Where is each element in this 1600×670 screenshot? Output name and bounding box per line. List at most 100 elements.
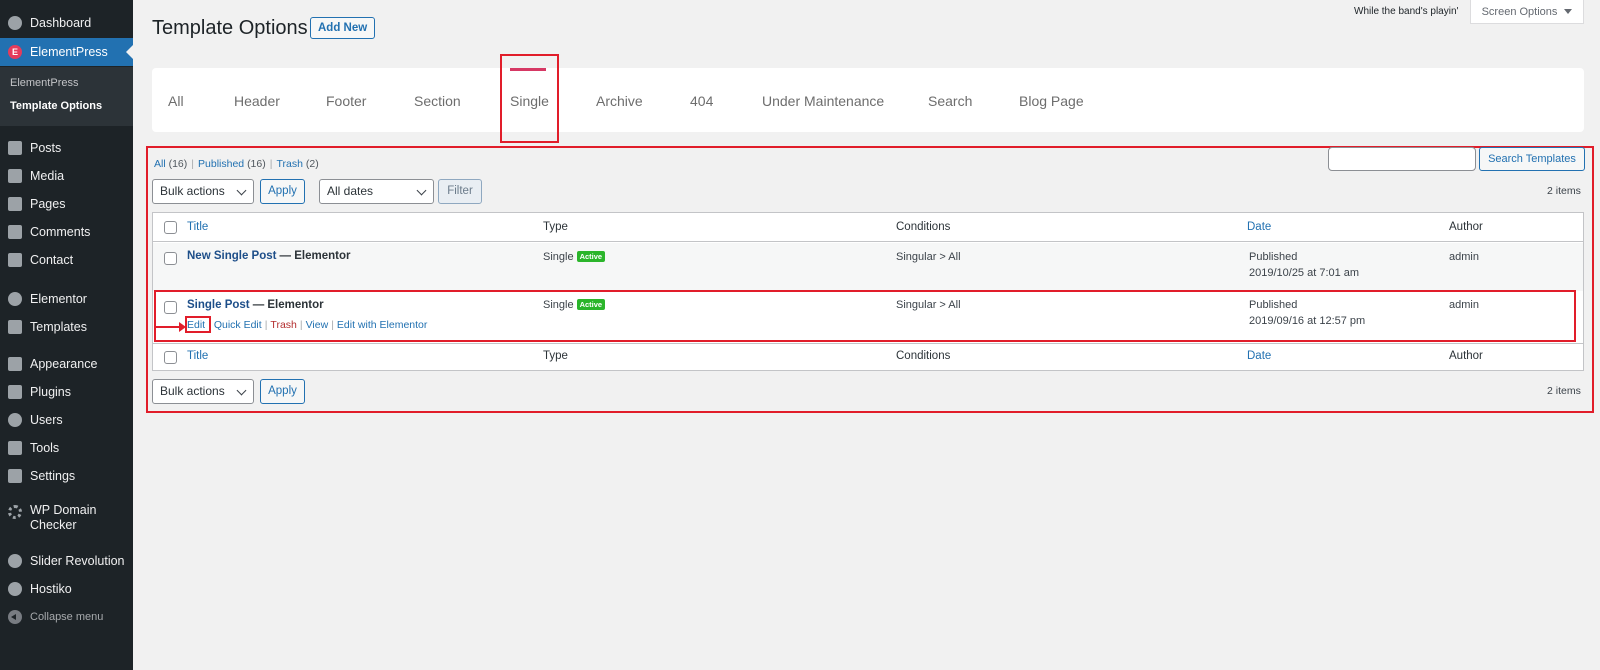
tab-single[interactable]: Single (510, 93, 549, 109)
column-author-footer: Author (1449, 350, 1483, 362)
row-date: 2019/10/25 at 7:01 am (1249, 267, 1360, 279)
quick-edit-link[interactable]: Quick Edit (214, 319, 262, 331)
sidebar-item-posts[interactable]: Posts (0, 139, 133, 157)
view-link[interactable]: View (306, 319, 329, 331)
wrench-icon (8, 441, 22, 455)
filter-trash-link[interactable]: Trash (2) (276, 158, 318, 170)
sidebar-item-tools[interactable]: Tools (0, 439, 133, 457)
bulk-actions-select-bottom[interactable]: Bulk actions (152, 379, 254, 404)
template-type-tabs: All Header Footer Section Single Archive… (152, 68, 1584, 132)
apply-button-top[interactable]: Apply (260, 179, 305, 204)
row-date: 2019/09/16 at 12:57 pm (1249, 315, 1366, 327)
column-conditions: Conditions (896, 221, 951, 233)
add-new-button[interactable]: Add New (310, 17, 376, 39)
items-count-top: 2 items (1547, 185, 1581, 197)
user-icon (8, 413, 22, 427)
pages-icon (8, 197, 22, 211)
search-templates-input[interactable] (1328, 147, 1476, 171)
bulk-actions-select-top[interactable]: Bulk actions (152, 179, 254, 204)
chevron-down-icon (236, 385, 247, 396)
filter-published-link[interactable]: Published (16) (198, 158, 266, 170)
column-type-footer: Type (543, 350, 568, 362)
table-row: Single Post — Elementor Single Active Sin… (153, 291, 1583, 343)
gear-icon (8, 505, 22, 519)
column-date[interactable]: Date (1247, 221, 1271, 233)
items-count-bottom: 2 items (1547, 385, 1581, 397)
sidebar-item-plugins[interactable]: Plugins (0, 383, 133, 401)
sidebar-item-settings[interactable]: Settings (0, 467, 133, 485)
chevron-down-icon (236, 185, 247, 196)
status-filter-links: All (16) | Published (16) | Trash (2) (154, 158, 319, 170)
tab-footer[interactable]: Footer (326, 93, 366, 109)
table-row: New Single Post — Elementor Single Active… (153, 243, 1583, 291)
row-conditions: Singular > All (896, 299, 961, 311)
sidebar-item-elementpress[interactable]: E ElementPress (0, 38, 133, 66)
tab-blog-page[interactable]: Blog Page (1019, 93, 1084, 109)
row-conditions: Singular > All (896, 251, 961, 263)
tab-404[interactable]: 404 (690, 93, 713, 109)
row-author-link[interactable]: admin (1449, 251, 1479, 263)
collapse-icon (8, 610, 22, 624)
column-type: Type (543, 221, 568, 233)
brush-icon (8, 357, 22, 371)
sidebar-item-appearance[interactable]: Appearance (0, 355, 133, 373)
sidebar-item-templates[interactable]: Templates (0, 318, 133, 336)
dashboard-icon (8, 582, 22, 596)
apply-button-bottom[interactable]: Apply (260, 379, 305, 404)
edit-with-elementor-link[interactable]: Edit with Elementor (337, 319, 427, 331)
sidebar-item-pages[interactable]: Pages (0, 195, 133, 213)
row-title-link[interactable]: Single Post (187, 299, 250, 311)
comment-icon (8, 225, 22, 239)
search-templates-button[interactable]: Search Templates (1479, 147, 1585, 171)
sidebar-item-dashboard[interactable]: Dashboard (0, 14, 133, 32)
sidebar-item-hostiko[interactable]: Hostiko (0, 580, 133, 598)
filter-all-link[interactable]: All (16) (154, 158, 187, 170)
sidebar-item-wp-domain-checker[interactable]: WP Domain Checker (0, 503, 133, 537)
tab-header[interactable]: Header (234, 93, 280, 109)
arrow-right-icon (154, 322, 186, 332)
tab-under-maintenance[interactable]: Under Maintenance (762, 93, 884, 109)
sidebar-item-users[interactable]: Users (0, 411, 133, 429)
row-actions: Edit | Quick Edit | Trash | View | Edit with Ele… (187, 319, 428, 331)
table-header-row: Title Type Conditions Date Author (153, 213, 1583, 242)
page-title: Template Options (152, 17, 308, 39)
tab-search[interactable]: Search (928, 93, 972, 109)
sidebar-submenu (0, 67, 133, 126)
folder-icon (8, 320, 22, 334)
sidebar-item-media[interactable]: Media (0, 167, 133, 185)
column-title-footer[interactable]: Title (187, 350, 208, 362)
select-all-checkbox-footer[interactable] (164, 351, 177, 364)
column-date-footer[interactable]: Date (1247, 350, 1271, 362)
filter-button[interactable]: Filter (438, 179, 482, 204)
pin-icon (8, 141, 22, 155)
chevron-down-icon (416, 185, 427, 196)
row-checkbox[interactable] (164, 252, 177, 265)
submenu-item-elementpress[interactable]: ElementPress (10, 77, 78, 89)
submenu-item-template-options[interactable]: Template Options (10, 100, 102, 112)
sidebar-item-comments[interactable]: Comments (0, 223, 133, 241)
edit-link[interactable]: Edit (187, 319, 205, 331)
date-filter-select[interactable]: All dates (319, 179, 434, 204)
mail-icon (8, 253, 22, 267)
row-title-link[interactable]: New Single Post (187, 250, 276, 262)
media-icon (8, 169, 22, 183)
column-conditions-footer: Conditions (896, 350, 951, 362)
active-tab-indicator (510, 68, 546, 71)
plugin-icon (8, 385, 22, 399)
trash-link[interactable]: Trash (270, 319, 296, 331)
caret-down-icon (1564, 9, 1573, 14)
tab-all[interactable]: All (168, 93, 184, 109)
select-all-checkbox[interactable] (164, 221, 177, 234)
sidebar-item-elementor[interactable]: Elementor (0, 290, 133, 308)
column-title[interactable]: Title (187, 221, 208, 233)
sidebar-item-slider-revolution[interactable]: Slider Revolution (0, 552, 133, 570)
sidebar-item-contact[interactable]: Contact (0, 251, 133, 269)
tab-archive[interactable]: Archive (596, 93, 643, 109)
row-author-link[interactable]: admin (1449, 299, 1479, 311)
collapse-menu-button[interactable]: Collapse menu (0, 608, 133, 626)
hello-dolly-text: While the band's playin' (1354, 6, 1459, 17)
screen-options-button[interactable]: Screen Options (1470, 0, 1584, 24)
row-checkbox[interactable] (164, 301, 177, 314)
settings-icon (8, 469, 22, 483)
tab-section[interactable]: Section (414, 93, 461, 109)
